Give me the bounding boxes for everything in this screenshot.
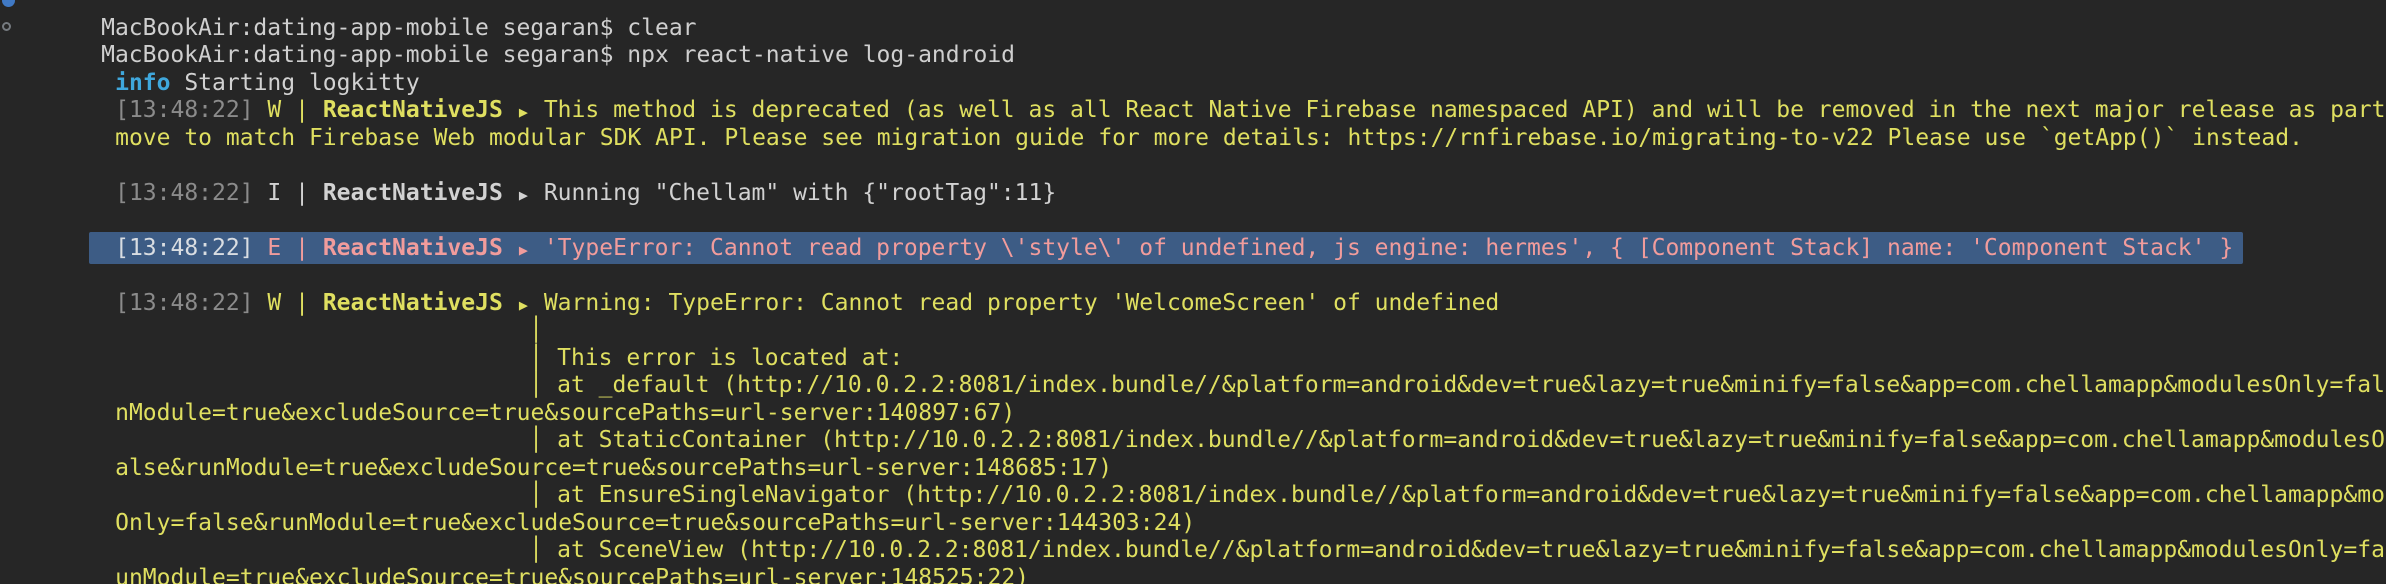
blank-line — [32, 125, 2386, 153]
log-line-running-app: [13:48:22] I | ReactNativeJS▶Running "Ch… — [32, 152, 2386, 180]
cli-info-line: info Starting logkitty — [32, 42, 2386, 70]
prompt-line-clear: MacBookAir:dating-app-mobile segaran$ cl… — [32, 0, 2386, 15]
blank-line — [32, 180, 2386, 208]
stack-trace-header-line: │This error is located at: — [32, 317, 2386, 345]
stack-frame-ensuresinglenavigator-line: │at EnsureSingleNavigator (http://10.0.2… — [32, 455, 2386, 483]
command-success-icon[interactable] — [2, 0, 15, 7]
stack-frame-sceneview-line: │at SceneView (http://10.0.2.2:8081/inde… — [32, 510, 2386, 538]
log-line-deprecation-warning: [13:48:22] W | ReactNativeJS▶This method… — [32, 70, 2386, 98]
command-running-icon[interactable] — [2, 22, 11, 31]
terminal-viewport[interactable]: MacBookAir:dating-app-mobile segaran$ cl… — [0, 0, 2386, 584]
log-line-deprecation-warning-wrap: move to match Firebase Web modular SDK A… — [32, 97, 2386, 125]
stack-frame-default-wrap: nModule=true&excludeSource=true&sourcePa… — [32, 372, 2386, 400]
stack-frame-staticcontainer-line: │at StaticContainer (http://10.0.2.2:808… — [32, 400, 2386, 428]
stack-frame-rctview-line: │at RCTView (<anonymous>) — [32, 565, 2386, 584]
stack-frame-default-line: │at _default (http://10.0.2.2:8081/index… — [32, 345, 2386, 373]
log-line-welcomescreen-warning: [13:48:22] W | ReactNativeJS▶Warning: Ty… — [32, 262, 2386, 290]
prompt-line-log-android: MacBookAir:dating-app-mobile segaran$ np… — [32, 15, 2386, 43]
stack-frame-staticcontainer-wrap: alse&runModule=true&excludeSource=true&s… — [32, 427, 2386, 455]
stack-frame-sceneview-wrap: unModule=true&excludeSource=true&sourceP… — [32, 537, 2386, 565]
stack-trace-bar-line: │ — [32, 290, 2386, 318]
stack-frame-ensuresinglenavigator-wrap: Only=false&runModule=true&excludeSource=… — [32, 482, 2386, 510]
blank-line — [32, 235, 2386, 263]
terminal-buffer: MacBookAir:dating-app-mobile segaran$ cl… — [0, 0, 2386, 584]
log-line-typeerror-selected: [13:48:22] E | ReactNativeJS▶'TypeError:… — [32, 207, 2386, 235]
